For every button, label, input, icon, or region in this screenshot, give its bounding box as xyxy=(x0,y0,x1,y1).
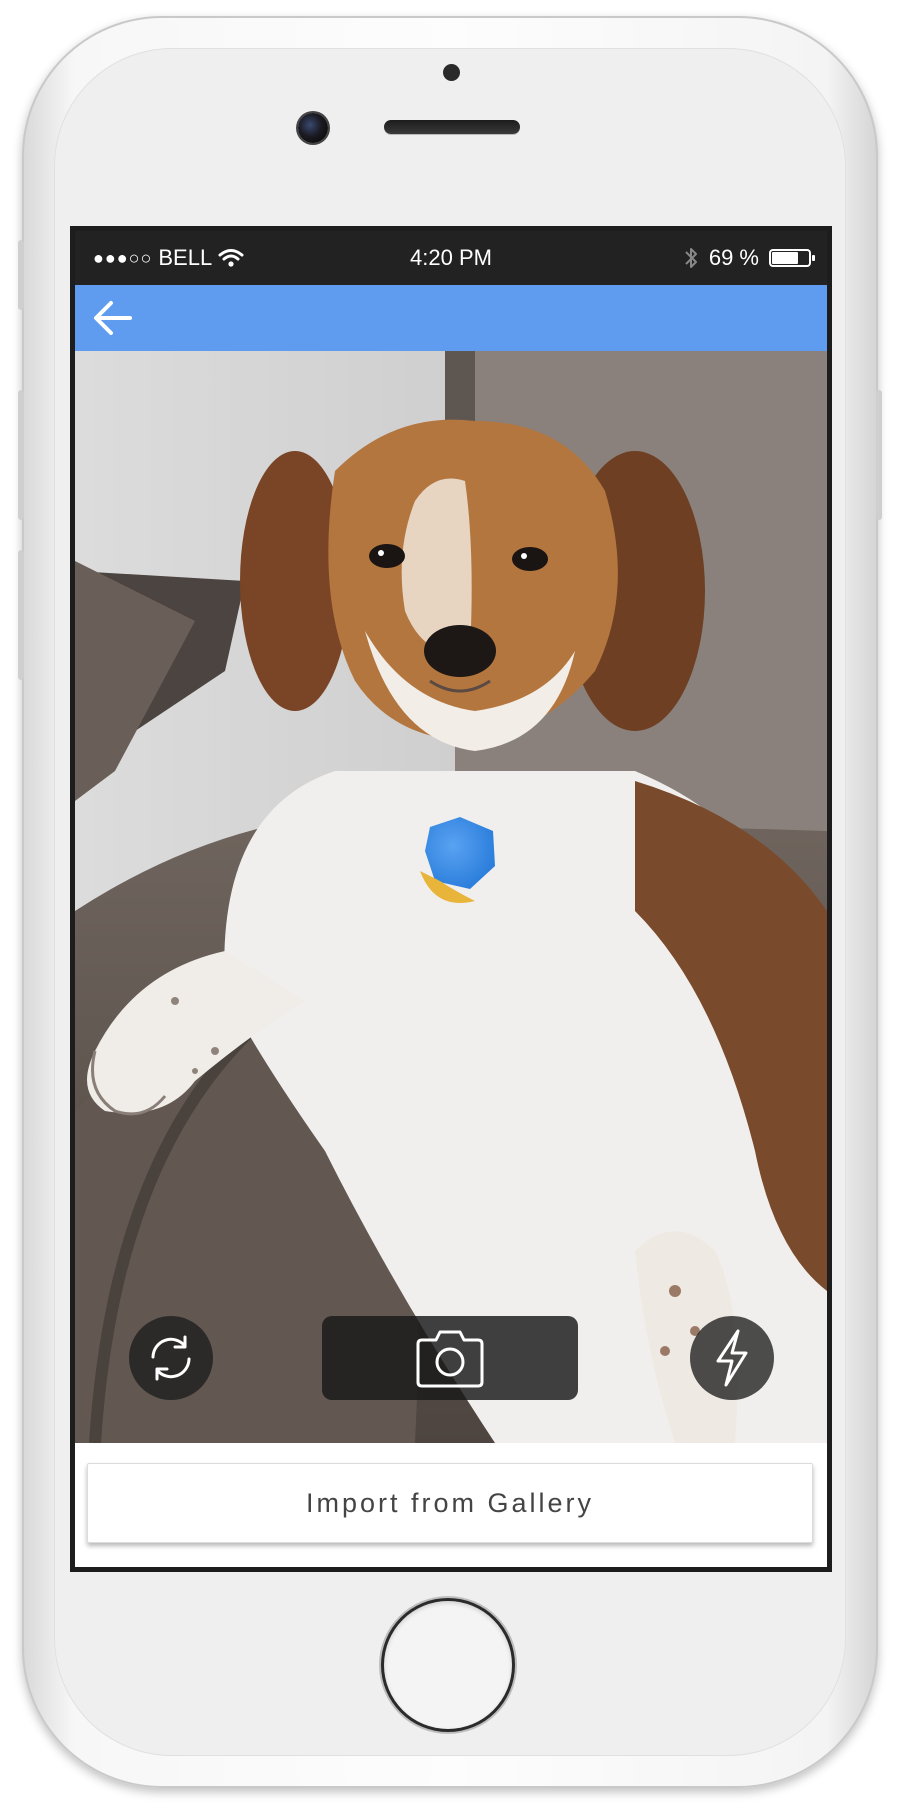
camera-preview-image xyxy=(75,351,827,1443)
volume-up-button xyxy=(18,390,24,520)
import-from-gallery-button[interactable]: Import from Gallery xyxy=(87,1463,813,1543)
back-button[interactable] xyxy=(87,293,139,343)
volume-down-button xyxy=(18,550,24,680)
arrow-left-icon xyxy=(94,301,132,335)
battery-percent: 69 % xyxy=(708,245,759,270)
lightning-icon xyxy=(716,1329,748,1387)
status-bar: ●●●○○ BELL 4:20 PM 69 % xyxy=(75,231,827,285)
home-button[interactable] xyxy=(384,1601,512,1729)
bluetooth-icon xyxy=(685,248,697,268)
phone-screen: ●●●○○ BELL 4:20 PM 69 % Import from Gall… xyxy=(70,226,832,1572)
gallery-panel: Import from Gallery xyxy=(75,1443,827,1567)
capture-button[interactable] xyxy=(322,1316,578,1400)
flash-button[interactable] xyxy=(690,1316,774,1400)
battery-level xyxy=(772,252,799,264)
camera-icon xyxy=(416,1330,484,1388)
refresh-icon xyxy=(151,1335,191,1381)
camera-viewfinder[interactable] xyxy=(75,351,827,1443)
earpiece-speaker xyxy=(384,120,520,134)
power-button xyxy=(876,390,882,520)
front-camera xyxy=(298,113,328,143)
mute-switch xyxy=(18,240,24,310)
battery-icon xyxy=(769,249,815,267)
proximity-sensor xyxy=(443,64,460,81)
switch-camera-button[interactable] xyxy=(129,1316,213,1400)
app-bar xyxy=(75,285,827,351)
system-indicators: 69 % xyxy=(683,245,815,271)
